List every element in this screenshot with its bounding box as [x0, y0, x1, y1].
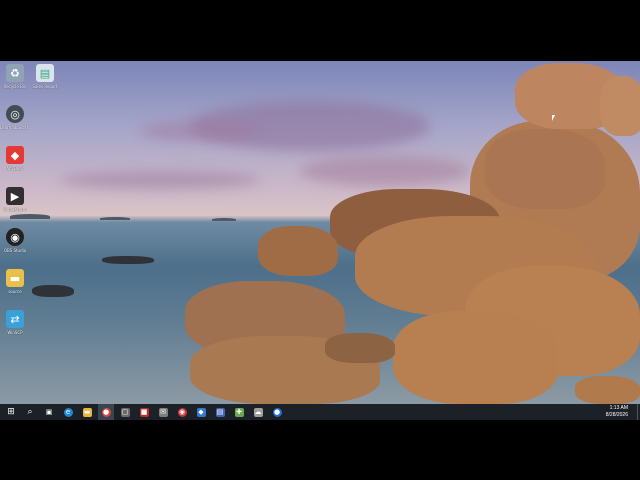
desktop-icon-anydesk[interactable]: ◆ AnyDesk: [0, 146, 30, 171]
wallpaper-rock: [485, 129, 605, 209]
letterbox-bottom: [0, 420, 640, 480]
desktop-icon-label: source: [8, 289, 22, 294]
desktop-icon-label: AnyDesk: [6, 166, 24, 171]
video-icon: ■: [139, 407, 149, 417]
folder-icon: ▬: [6, 269, 24, 287]
app-button-3[interactable]: ▤: [212, 404, 228, 420]
desktop-icon-sales-report[interactable]: ▤ Sales Report: [30, 64, 60, 89]
obs-icon: ◉: [6, 228, 24, 246]
task-view-icon: ▣: [44, 407, 54, 417]
wallpaper-rock: [258, 226, 338, 276]
file-explorer-button[interactable]: ▬: [79, 404, 95, 420]
desktop-icon-recycle-bin[interactable]: ♻ Recycle Bin: [0, 64, 30, 89]
wallpaper-island: [10, 214, 50, 219]
chrome-button[interactable]: ●: [98, 404, 114, 420]
desktop-icon-label: OBS Studio: [3, 248, 27, 253]
vscode-icon: ◆: [196, 407, 206, 417]
desktop-icon-label: Learn about this picture: [0, 125, 30, 130]
wallpaper-island: [100, 217, 130, 220]
app-button-4[interactable]: ✚: [231, 404, 247, 420]
desktop-icon-label: Recycle Bin: [3, 84, 27, 89]
edge-button[interactable]: e: [60, 404, 76, 420]
obs-button[interactable]: ◉: [174, 404, 190, 420]
system-clock[interactable]: 1:13 AM 8/28/2026: [606, 405, 628, 419]
desktop-icon-source[interactable]: ▬ source: [0, 269, 30, 294]
document-icon: ▤: [36, 64, 54, 82]
desktop-icon-label: Sales Report: [32, 84, 58, 89]
desktop-icon-mobaxterm[interactable]: ▶ MobaXterm: [0, 187, 30, 212]
wallpaper-cloud: [140, 121, 260, 141]
chat-icon: ●: [272, 407, 282, 417]
desktop-icon-learn-about-picture[interactable]: ◎ Learn about this picture: [0, 105, 30, 130]
clock-date: 8/28/2026: [605, 412, 628, 418]
chrome-icon: ●: [101, 407, 111, 417]
wallpaper-cloud: [60, 171, 260, 189]
mail-icon: ✉: [158, 407, 168, 417]
mail-button[interactable]: ✉: [155, 404, 171, 420]
wallpaper-rock: [325, 333, 395, 363]
cloud-icon: ☁: [253, 407, 263, 417]
letterbox-top: [0, 0, 640, 61]
clock-time: 1:13 AM: [609, 405, 628, 411]
anydesk-icon: ◆: [6, 146, 24, 164]
wallpaper-cloud: [300, 156, 470, 186]
window-icon: ▢: [120, 407, 130, 417]
windows-icon: ⊞: [6, 406, 16, 417]
tool-icon: ✚: [234, 407, 244, 417]
app-button-2[interactable]: ■: [136, 404, 152, 420]
winscp-icon: ⇄: [6, 310, 24, 328]
task-view-button[interactable]: ▣: [41, 404, 57, 420]
desktop-icon-label: WinSCP: [7, 330, 23, 335]
wallpaper-rock: [393, 311, 558, 404]
desktop[interactable]: ♻ Recycle Bin ▤ Sales Report ◎ Learn abo…: [0, 61, 640, 404]
desktop-icon-label: MobaXterm: [3, 207, 27, 212]
document-icon: ▤: [215, 407, 225, 417]
mouse-cursor-icon: [552, 115, 555, 121]
obs-icon: ◉: [177, 407, 187, 417]
taskbar: ⊞ ⌕ ▣ e ▬ ● ▢ ■ ✉ ◉ ◆ ▤ ✚ ☁ ● 1:13 AM 8/…: [0, 404, 640, 420]
wallpaper-rock: [102, 256, 154, 264]
app-button-6[interactable]: ●: [269, 404, 285, 420]
edge-icon: e: [63, 407, 73, 417]
wallpaper-rock: [32, 285, 74, 297]
folder-icon: ▬: [82, 407, 92, 417]
app-button-1[interactable]: ▢: [117, 404, 133, 420]
wallpaper-rock: [575, 376, 640, 404]
camera-icon: ◎: [6, 105, 24, 123]
start-button[interactable]: ⊞: [3, 404, 19, 420]
wallpaper-rock: [600, 76, 640, 136]
desktop-icon-winscp[interactable]: ⇄ WinSCP: [0, 310, 30, 335]
app-button-5[interactable]: ☁: [250, 404, 266, 420]
vscode-button[interactable]: ◆: [193, 404, 209, 420]
terminal-icon: ▶: [6, 187, 24, 205]
search-button[interactable]: ⌕: [22, 404, 38, 420]
search-icon: ⌕: [25, 406, 35, 417]
recycle-bin-icon: ♻: [6, 64, 24, 82]
desktop-icon-obs-studio[interactable]: ◉ OBS Studio: [0, 228, 30, 253]
wallpaper-island: [212, 218, 236, 221]
